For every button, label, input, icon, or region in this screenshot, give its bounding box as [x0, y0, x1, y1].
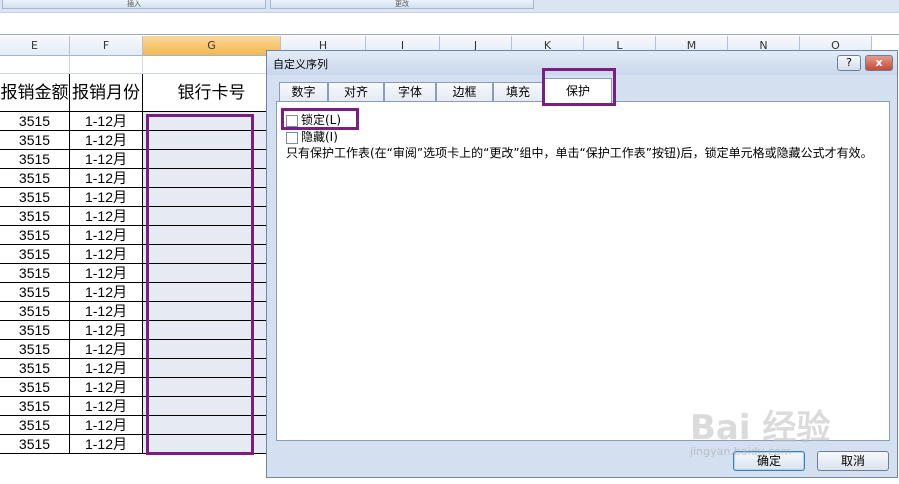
tab-fill[interactable]: 填充: [493, 82, 543, 102]
amount-cell[interactable]: 3515: [0, 302, 70, 321]
month-cell[interactable]: 1-12月: [70, 283, 143, 302]
amount-cell[interactable]: 3515: [0, 397, 70, 416]
month-cell[interactable]: 1-12月: [70, 397, 143, 416]
amount-cell[interactable]: 3515: [0, 131, 70, 150]
hidden-checkbox-row[interactable]: 隐藏(I): [286, 128, 338, 145]
protection-tab-highlight: [542, 68, 616, 106]
amount-cell[interactable]: 3515: [0, 435, 70, 454]
tab-number[interactable]: 数字: [279, 82, 328, 102]
formula-bar[interactable]: [0, 12, 899, 35]
amount-cell[interactable]: 3515: [0, 112, 70, 131]
amount-cell[interactable]: 3515: [0, 378, 70, 397]
header-cell[interactable]: 报销金额: [0, 74, 70, 112]
amount-cell[interactable]: 3515: [0, 416, 70, 435]
amount-cell[interactable]: 3515: [0, 264, 70, 283]
month-cell[interactable]: 1-12月: [70, 378, 143, 397]
empty-cell[interactable]: [70, 56, 143, 74]
header-cell[interactable]: 银行卡号: [143, 74, 281, 112]
amount-cell[interactable]: 3515: [0, 245, 70, 264]
amount-cell[interactable]: 3515: [0, 321, 70, 340]
amount-cell[interactable]: 3515: [0, 207, 70, 226]
hidden-checkbox[interactable]: [286, 131, 298, 144]
tab-font[interactable]: 字体: [384, 82, 436, 102]
month-cell[interactable]: 1-12月: [70, 321, 143, 340]
dialog-title: 自定义序列: [273, 58, 328, 71]
amount-cell[interactable]: 3515: [0, 150, 70, 169]
amount-cell[interactable]: 3515: [0, 188, 70, 207]
amount-cell[interactable]: 3515: [0, 340, 70, 359]
watermark-logo: Bai 经验: [690, 408, 831, 448]
tab-alignment[interactable]: 对齐: [328, 82, 384, 102]
hidden-label: 隐藏(I): [301, 130, 338, 144]
amount-cell[interactable]: 3515: [0, 359, 70, 378]
amount-cell[interactable]: 3515: [0, 283, 70, 302]
month-cell[interactable]: 1-12月: [70, 226, 143, 245]
tab-border[interactable]: 边框: [436, 82, 493, 102]
ribbon-insert-button[interactable]: 插入: [2, 0, 266, 9]
protection-panel: 锁定(L) 隐藏(I) 只有保护工作表(在“审阅”选项卡上的“更改”组中，单击“…: [276, 101, 890, 441]
ribbon-strip: 插入 更改: [0, 0, 899, 12]
month-cell[interactable]: 1-12月: [70, 359, 143, 378]
column-header-e[interactable]: E: [0, 36, 70, 56]
header-cell[interactable]: 报销月份: [70, 74, 143, 112]
month-cell[interactable]: 1-12月: [70, 131, 143, 150]
month-cell[interactable]: 1-12月: [70, 150, 143, 169]
help-button[interactable]: ?: [837, 55, 861, 71]
month-cell[interactable]: 1-12月: [70, 435, 143, 454]
close-button[interactable]: x: [865, 55, 893, 71]
amount-cell[interactable]: 3515: [0, 169, 70, 188]
month-cell[interactable]: 1-12月: [70, 264, 143, 283]
month-cell[interactable]: 1-12月: [70, 340, 143, 359]
watermark-url: jingyan.baidu.com: [690, 445, 792, 458]
amount-cell[interactable]: 3515: [0, 226, 70, 245]
month-cell[interactable]: 1-12月: [70, 112, 143, 131]
month-cell[interactable]: 1-12月: [70, 245, 143, 264]
empty-cell[interactable]: [0, 56, 70, 74]
locked-highlight: [281, 108, 359, 130]
bank-card-column-highlight: [146, 114, 254, 455]
empty-cell[interactable]: [143, 56, 281, 74]
month-cell[interactable]: 1-12月: [70, 416, 143, 435]
column-header-f[interactable]: F: [70, 36, 143, 56]
month-cell[interactable]: 1-12月: [70, 169, 143, 188]
month-cell[interactable]: 1-12月: [70, 188, 143, 207]
cancel-button[interactable]: 取消: [817, 451, 889, 471]
month-cell[interactable]: 1-12月: [70, 207, 143, 226]
month-cell[interactable]: 1-12月: [70, 302, 143, 321]
ribbon-change-button[interactable]: 更改: [270, 0, 534, 9]
column-header-g[interactable]: G: [143, 36, 281, 56]
protection-description: 只有保护工作表(在“审阅”选项卡上的“更改”组中，单击“保护工作表”按钮)后，锁…: [286, 146, 873, 160]
